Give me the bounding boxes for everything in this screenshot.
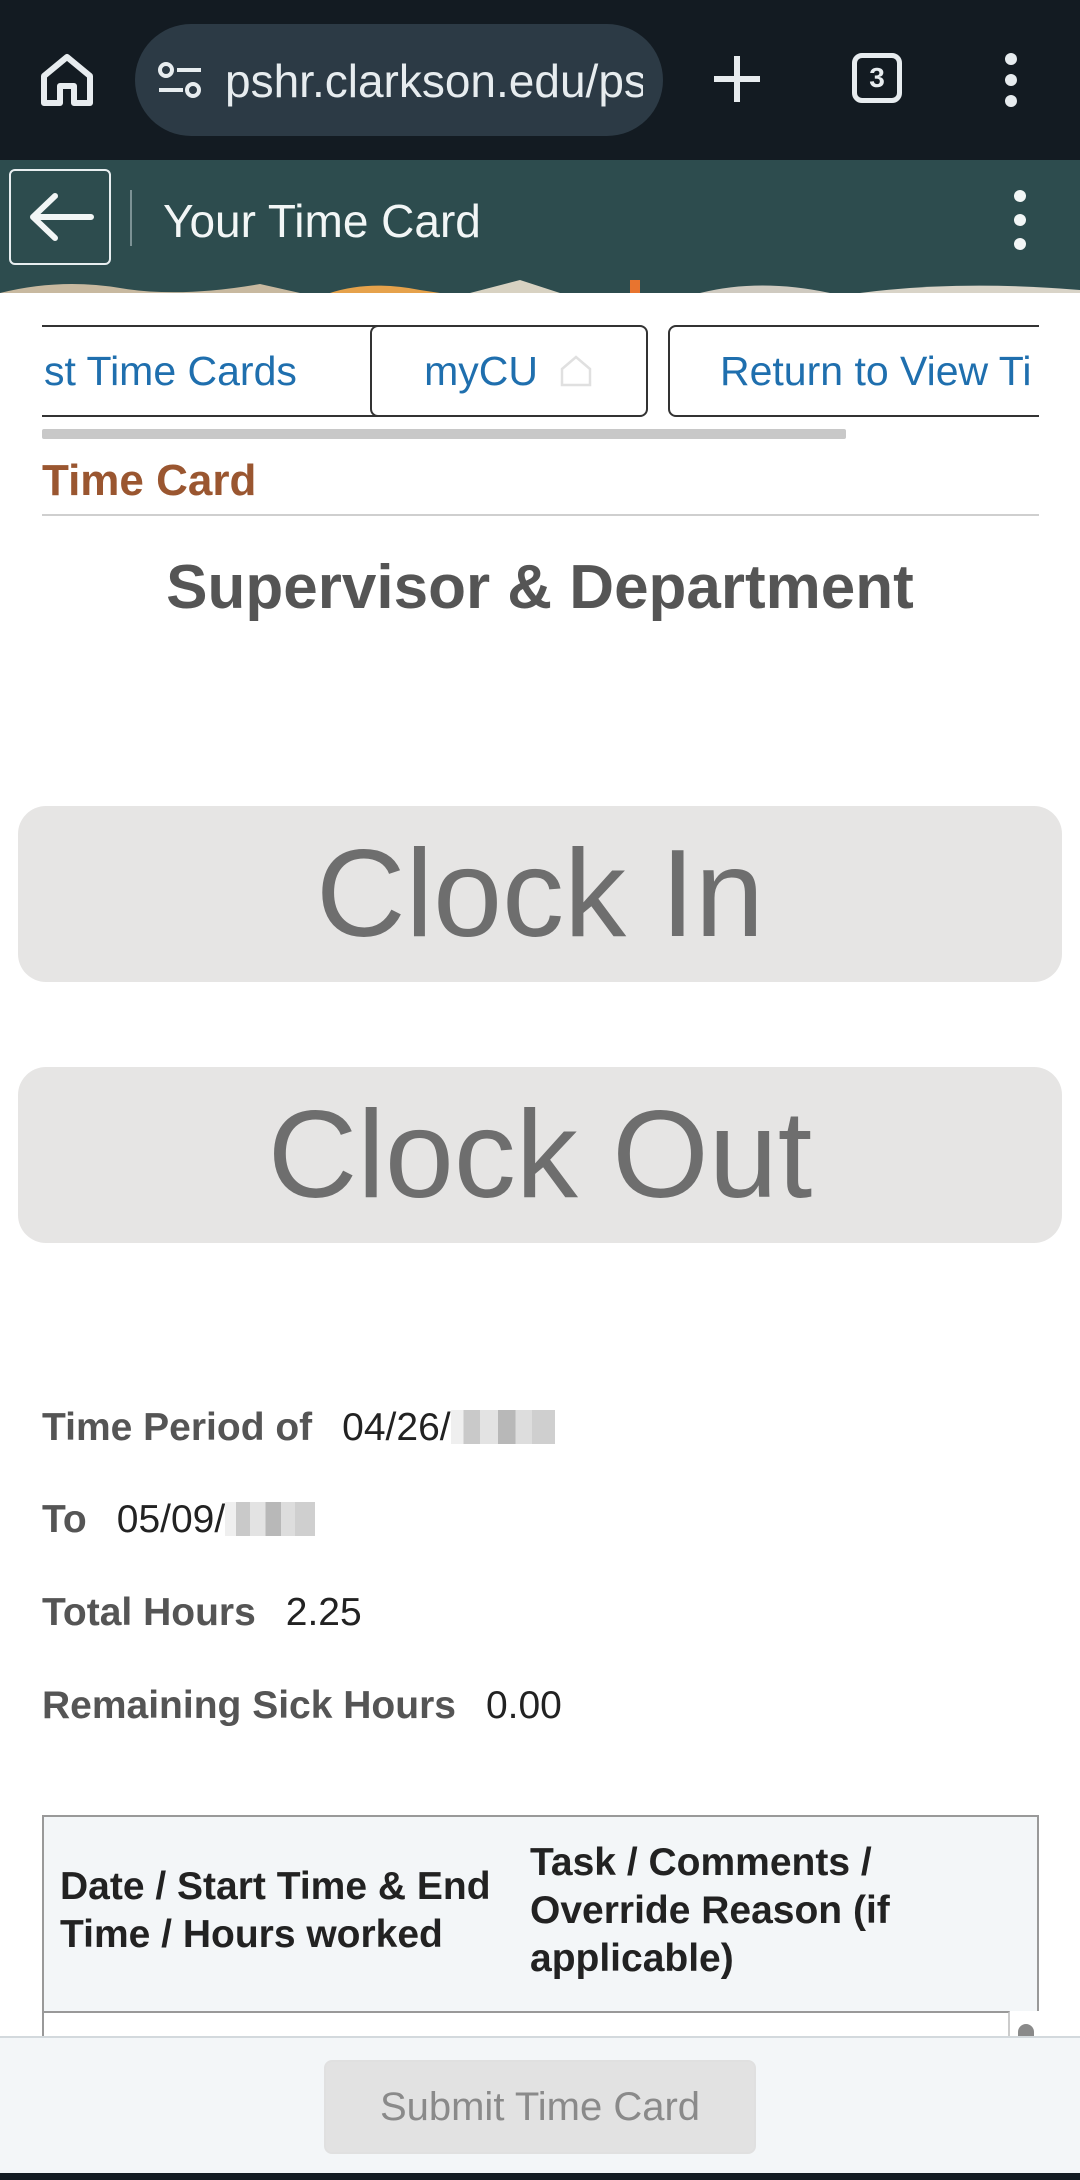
header-artwork xyxy=(0,278,1080,293)
system-nav-strip xyxy=(0,2173,1080,2180)
column-header-task: Task / Comments / Override Reason (if ap… xyxy=(530,1841,890,1980)
total-hours-label: Total Hours xyxy=(42,1591,256,1634)
past-time-cards-button[interactable]: st Time Cards xyxy=(42,325,388,417)
sick-hours-row: Remaining Sick Hours 0.00 xyxy=(42,1684,562,1728)
total-hours-value: 2.25 xyxy=(285,1591,362,1634)
redacted-year xyxy=(225,1501,316,1536)
more-options-icon[interactable] xyxy=(1008,188,1032,252)
time-period-row: Time Period of 04/26/ xyxy=(42,1406,555,1450)
to-label: To xyxy=(42,1498,87,1541)
page-header: Your Time Card xyxy=(0,160,1080,293)
page-title: Your Time Card xyxy=(163,195,481,247)
to-date-row: To 05/09/ xyxy=(42,1498,316,1542)
url-text: pshr.clarkson.edu/ps xyxy=(225,55,643,107)
time-period-value: 04/26/ xyxy=(342,1406,451,1449)
return-to-view-time-button[interactable]: Return to View Ti xyxy=(668,325,1039,417)
navigation-strip: st Time Cards myCU Return to View Ti xyxy=(42,323,1039,419)
clock-in-button[interactable]: Clock In xyxy=(18,806,1062,982)
browser-menu-icon[interactable] xyxy=(998,52,1024,108)
column-header-date: Date / Start Time & End Time / Hours wor… xyxy=(60,1865,491,1956)
back-button[interactable] xyxy=(9,169,111,265)
supervisor-department-heading: Supervisor & Department xyxy=(166,553,914,622)
home-icon[interactable] xyxy=(38,52,96,108)
section-divider xyxy=(42,514,1039,516)
mycu-button[interactable]: myCU xyxy=(370,325,648,417)
section-label: Time Card xyxy=(42,456,257,505)
total-hours-row: Total Hours 2.25 xyxy=(42,1591,362,1635)
sick-hours-label: Remaining Sick Hours xyxy=(42,1684,456,1727)
browser-toolbar: pshr.clarkson.edu/ps 3 xyxy=(0,0,1080,160)
header-divider xyxy=(130,190,132,246)
time-period-label: Time Period of xyxy=(42,1406,313,1449)
home-icon xyxy=(560,355,592,387)
arrow-left-icon xyxy=(30,193,94,241)
horizontal-scrollbar[interactable] xyxy=(42,429,846,439)
redacted-year xyxy=(450,1409,555,1444)
address-bar[interactable]: pshr.clarkson.edu/ps xyxy=(135,24,663,136)
site-settings-icon[interactable] xyxy=(157,60,203,100)
mycu-label: myCU xyxy=(424,347,538,394)
sick-hours-value: 0.00 xyxy=(485,1684,562,1727)
clock-out-button[interactable]: Clock Out xyxy=(18,1067,1062,1243)
submit-time-card-button[interactable]: Submit Time Card xyxy=(324,2060,756,2154)
new-tab-icon[interactable] xyxy=(710,52,764,106)
tab-switcher-button[interactable]: 3 xyxy=(852,53,902,103)
footer-bar: Submit Time Card xyxy=(0,2036,1080,2173)
time-entries-table: Date / Start Time & End Time / Hours wor… xyxy=(42,1815,1039,2011)
to-value: 05/09/ xyxy=(116,1498,226,1541)
